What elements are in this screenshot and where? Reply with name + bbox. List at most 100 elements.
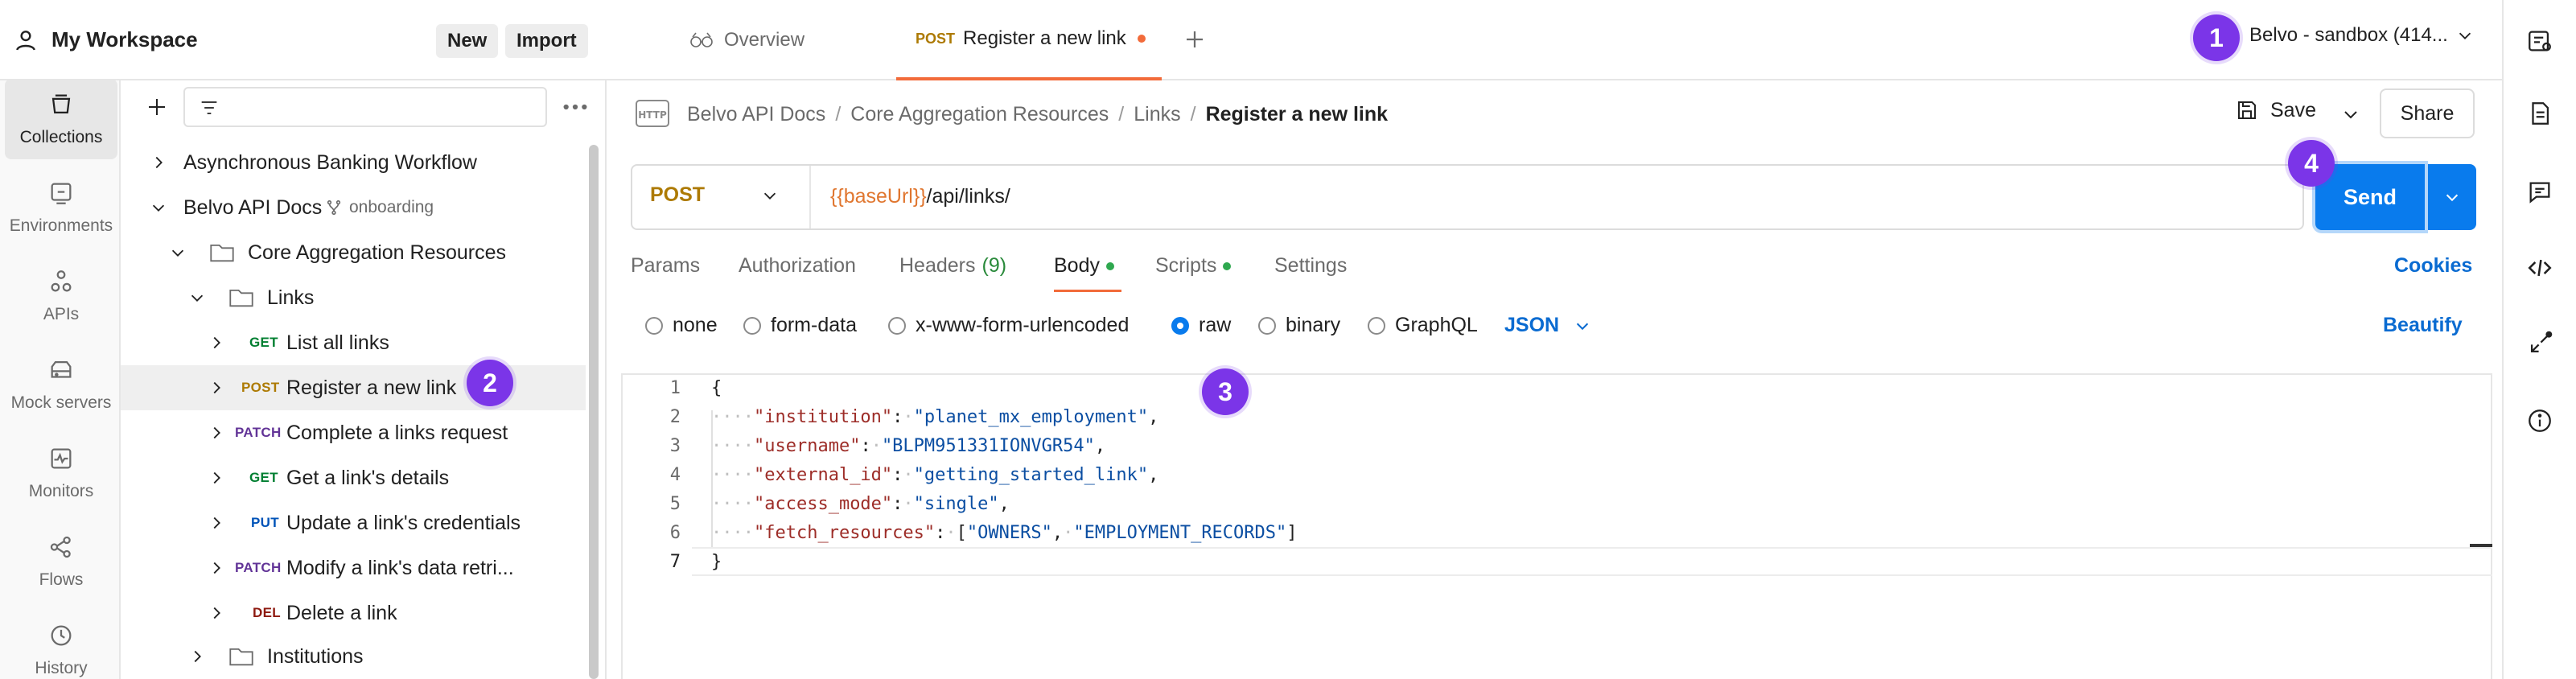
chevron-down-icon [764,192,776,200]
mock-servers-icon [51,360,72,378]
body-type-graphql[interactable]: GraphQL [1368,314,1478,337]
tree-label: Complete a links request [286,421,508,444]
chevron-down-icon [171,249,184,257]
tab-label: Scripts [1155,254,1217,277]
json-key: "institution" [753,407,893,427]
environment-label: Belvo - sandbox (414... [2249,24,2448,46]
radio-selected-icon [1171,316,1189,335]
tree-request-delete-link[interactable]: DEL Delete a link [121,591,586,636]
save-button[interactable]: Save [2235,98,2316,122]
tree-folder-core-aggregation[interactable]: Core Aggregation Resources [121,230,586,275]
import-button[interactable]: Import [505,24,588,58]
tree-request-modify-data[interactable]: PATCH Modify a link's data retri... [121,545,586,591]
method-badge: POST [241,380,280,395]
annotation-badge-3: 3 [1202,368,1249,415]
radio-icon [1368,316,1385,335]
sidebar-search-input[interactable] [183,87,547,127]
breadcrumb-item[interactable]: Belvo API Docs [687,103,825,126]
tab-label: Params [631,254,701,277]
rail-apis[interactable]: APIs [5,256,117,336]
brace-open: { [711,378,722,398]
rail-mock-servers[interactable]: Mock servers [5,344,117,425]
tree-folder-async-banking[interactable]: Asynchronous Banking Workflow [121,140,586,185]
tree-folder-links[interactable]: Links [121,275,586,320]
status-dot-icon [1223,261,1232,270]
chevron-right-icon [213,381,220,394]
tab-settings[interactable]: Settings [1274,254,1347,278]
tree-folder-institutions[interactable]: Institutions [121,634,586,679]
tree-request-complete-links[interactable]: PATCH Complete a links request [121,410,586,455]
workspace-title: My Workspace [51,27,198,51]
environment-selector[interactable]: Belvo - sandbox (414... [2249,24,2474,47]
chevron-down-icon [2459,32,2471,39]
new-tab-icon[interactable] [1183,27,1207,51]
method-badge: POST [916,30,956,47]
more-options-icon[interactable] [562,95,589,119]
fork-icon [327,200,341,216]
line-number: 3 [669,436,681,456]
line-number: 7 [669,552,681,572]
flows-icon [50,536,71,558]
monitors-icon [51,448,72,469]
breadcrumb-item[interactable]: Links [1134,103,1180,126]
tab-register-link[interactable]: POST Register a new link [896,0,1162,80]
tab-authorization[interactable]: Authorization [739,254,856,278]
tab-body[interactable]: Body [1054,254,1114,278]
body-type-form-data[interactable]: form-data [743,314,857,337]
tree-request-update-credentials[interactable]: PUT Update a link's credentials [121,500,586,545]
rail-collections[interactable]: Collections [5,79,117,159]
tree-label: Register a new link [286,376,457,399]
method-select[interactable]: POST [650,183,779,207]
method-badge: PATCH [235,560,282,575]
rail-label: Mock servers [10,393,112,412]
tab-overview[interactable]: Overview [689,0,804,80]
send-options-button[interactable] [2428,164,2476,230]
body-type-raw[interactable]: raw [1171,314,1231,337]
json-value: "EMPLOYMENT_RECORDS" [1073,523,1287,543]
new-button[interactable]: New [436,24,499,58]
overview-icon [690,32,713,47]
format-select[interactable]: JSON [1504,314,1591,337]
body-type-binary[interactable]: binary [1258,314,1340,337]
rail-environments[interactable]: Environments [5,167,117,248]
method-badge: PATCH [235,425,282,440]
code-icon[interactable] [2526,254,2553,282]
method-badge: PUT [251,515,279,530]
rail-monitors[interactable]: Monitors [5,433,117,513]
add-collection-icon[interactable] [145,95,169,119]
folder-icon [210,244,234,262]
tab-params[interactable]: Params [631,254,700,278]
left-rail: Collections Environments APIs Mock serve… [0,0,121,679]
line-number: 4 [669,465,681,485]
body-type-none[interactable]: none [645,314,718,337]
chevron-right-icon [155,156,163,169]
tab-headers[interactable]: Headers (9) [899,254,1006,278]
rail-history[interactable]: History [5,610,117,679]
rail-label: APIs [43,305,80,323]
breadcrumb-item[interactable]: Core Aggregation Resources [850,103,1109,126]
documentation-icon[interactable] [2526,100,2553,127]
beautify-link[interactable]: Beautify [2383,314,2463,337]
cookies-link[interactable]: Cookies [2394,254,2472,278]
tree-request-link-details[interactable]: GET Get a link's details [121,455,586,500]
url-input[interactable]: {{baseUrl}}/api/links/ [830,185,1010,208]
tree-request-list-all-links[interactable]: GET List all links [121,320,586,365]
radio-icon [743,316,761,335]
rail-flows[interactable]: Flows [5,521,117,602]
sidebar-scrollbar[interactable] [589,145,599,679]
chevron-right-icon [213,471,220,484]
folder-icon [229,289,253,307]
comments-icon[interactable] [2526,179,2553,206]
tree-request-register-link[interactable]: POST Register a new link [121,365,586,410]
share-button[interactable]: Share [2380,88,2475,138]
info-icon[interactable] [2526,407,2553,434]
annotation-badge-4: 4 [2288,140,2335,187]
environment-quicklook-icon[interactable] [2526,27,2553,55]
related-collections-icon[interactable] [2526,330,2553,357]
save-dropdown-icon[interactable] [2341,105,2360,124]
active-tab-indicator [1054,290,1121,292]
tree-collection-belvo[interactable]: Belvo API Docs onboarding [121,185,586,230]
status-dot-icon [1105,261,1114,270]
tab-scripts[interactable]: Scripts [1155,254,1232,278]
body-type-urlencoded[interactable]: x-www-form-urlencoded [888,314,1129,337]
